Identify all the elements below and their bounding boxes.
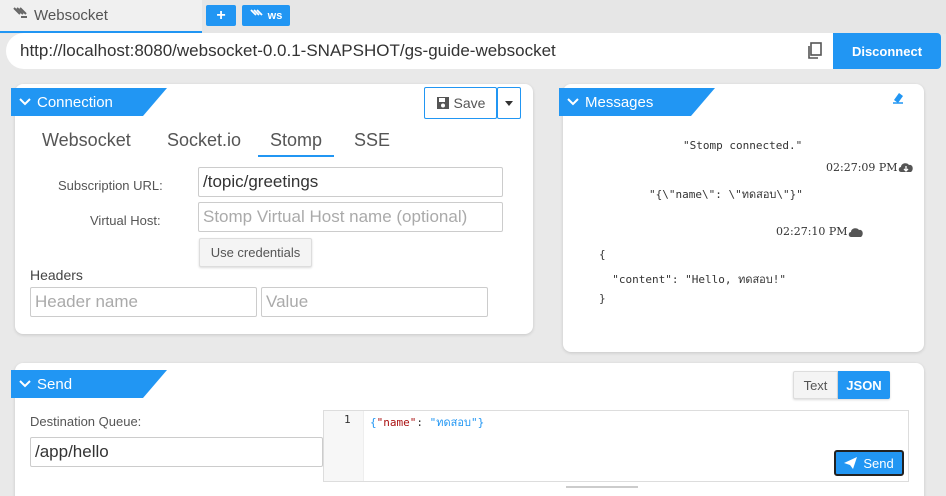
caret-down-icon [505, 100, 513, 106]
format-json-button[interactable]: JSON [838, 371, 890, 399]
paper-plane-icon [844, 457, 858, 469]
tab-websocket[interactable]: Websocket [0, 0, 202, 33]
editor-gutter: 1 [324, 411, 364, 481]
cloud-download-icon [897, 161, 915, 179]
add-tab-button[interactable]: + [206, 5, 236, 26]
url-bar: http://localhost:8080/websocket-0.0.1-SN… [6, 33, 941, 69]
virtual-host-input[interactable] [198, 202, 503, 232]
url-input[interactable]: http://localhost:8080/websocket-0.0.1-SN… [20, 41, 556, 61]
send-label: Send [863, 455, 894, 471]
virtual-host-label: Virtual Host: [90, 213, 161, 228]
save-dropdown-button[interactable] [497, 87, 521, 119]
chevron-down-icon [19, 378, 31, 390]
send-header[interactable]: Send [11, 370, 167, 398]
resize-handle[interactable] [566, 486, 638, 488]
save-button[interactable]: Save [424, 87, 497, 119]
ws-icon [250, 8, 264, 23]
subscription-url-input[interactable] [198, 167, 503, 197]
eraser-icon[interactable] [891, 91, 905, 110]
message-text: "Stomp connected." [683, 139, 803, 152]
messages-panel [563, 84, 924, 352]
chevron-down-icon [19, 96, 31, 108]
send-button[interactable]: Send [834, 450, 904, 476]
header-value-input[interactable] [261, 287, 488, 317]
line-number: 1 [344, 413, 351, 426]
disconnect-button[interactable]: Disconnect [833, 33, 941, 69]
message-line: "content": "Hello, ทดสอบ!" [599, 273, 787, 286]
subscription-url-label: Subscription URL: [58, 178, 163, 193]
message-line: } [599, 292, 606, 305]
copy-icon[interactable] [808, 42, 822, 64]
send-title: Send [37, 375, 73, 393]
cloud-icon [847, 226, 865, 244]
message-line: { [599, 248, 606, 261]
messages-header[interactable]: Messages [559, 88, 715, 116]
tab-socketio[interactable]: Socket.io [167, 130, 241, 151]
websocket-icon [12, 5, 30, 26]
connection-header[interactable]: Connection [11, 88, 167, 116]
tab-websocket-protocol[interactable]: Websocket [42, 130, 131, 151]
messages-title: Messages [585, 93, 654, 111]
ws-label: ws [267, 9, 283, 22]
message-editor[interactable]: 1 {"name": "ทดสอบ"} [323, 410, 909, 482]
tab-stomp[interactable]: Stomp [258, 130, 335, 157]
tab-sse[interactable]: SSE [354, 130, 390, 151]
connection-title: Connection [37, 93, 113, 111]
headers-label: Headers [30, 267, 83, 283]
format-text-button[interactable]: Text [793, 371, 838, 399]
new-ws-button[interactable]: ws [242, 5, 290, 26]
tab-strip: Websocket + ws [0, 0, 946, 34]
destination-queue-label: Destination Queue: [30, 414, 142, 429]
message-time: 02:27:09 PM [826, 161, 898, 174]
plus-icon: + [216, 6, 226, 24]
use-credentials-button[interactable]: Use credentials [199, 238, 312, 267]
destination-queue-input[interactable] [30, 437, 323, 467]
message-time: 02:27:10 PM [776, 225, 848, 238]
header-name-input[interactable] [30, 287, 257, 317]
editor-code: {"name": "ทดสอบ"} [370, 416, 485, 429]
message-text: "{\"name\": \"ทดสอบ\"}" [649, 188, 803, 201]
save-label: Save [453, 95, 486, 111]
tab-label: Websocket [34, 7, 108, 24]
chevron-down-icon [567, 96, 579, 108]
json-key: "name" [376, 416, 417, 429]
save-icon [436, 97, 449, 109]
json-value: "ทดสอบ" [429, 416, 478, 429]
